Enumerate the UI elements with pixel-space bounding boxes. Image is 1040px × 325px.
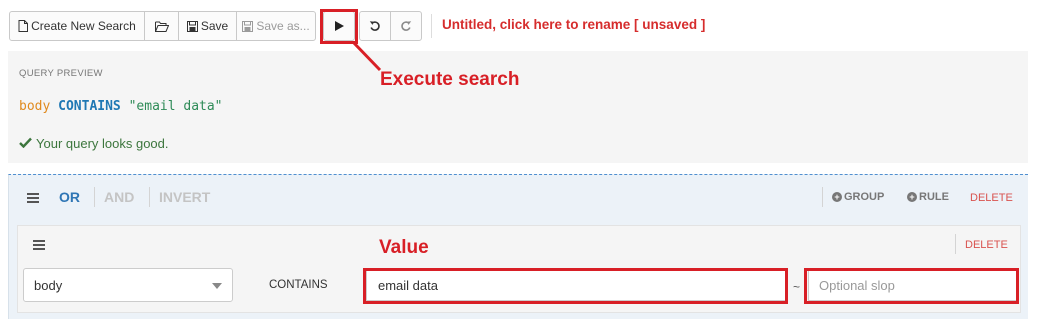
add-group-button[interactable]: + GROUP [832, 191, 884, 203]
file-icon [18, 20, 29, 32]
add-group-label: GROUP [844, 191, 885, 203]
query-status-text: Your query looks good. [36, 136, 169, 151]
check-icon [19, 136, 32, 151]
query-preview-panel: QUERY PREVIEW body CONTAINS "email data"… [8, 51, 1028, 163]
save-label: Save [200, 19, 229, 33]
plus-circle-icon: + [832, 192, 842, 202]
query-field-token: body [19, 99, 51, 114]
execute-search-button[interactable] [323, 11, 355, 41]
undo-icon [369, 20, 381, 32]
save-button[interactable]: Save [178, 11, 237, 41]
plus-circle-icon: + [907, 192, 917, 202]
rule-group: OR AND INVERT + GROUP + RULE DELETE DELE… [8, 174, 1028, 319]
save-icon [242, 20, 254, 32]
condition-divider [149, 187, 150, 207]
redo-button[interactable] [390, 11, 422, 41]
title-separator [431, 14, 432, 38]
slop-separator: ~ [793, 280, 801, 294]
add-rule-label: RULE [919, 191, 949, 203]
slop-input[interactable]: Optional slop [808, 270, 1018, 301]
query-value-token: "email data" [128, 99, 223, 114]
delete-rule-button[interactable]: DELETE [965, 239, 1008, 251]
play-icon [334, 21, 344, 31]
hamburger-icon[interactable] [33, 240, 45, 250]
redo-icon [400, 20, 412, 32]
query-preview-code: body CONTAINS "email data" [19, 99, 223, 114]
field-select-value: body [34, 277, 63, 293]
undo-button[interactable] [359, 11, 391, 41]
field-select[interactable]: body [23, 268, 233, 302]
caret-down-icon [212, 283, 222, 289]
value-input-text: email data [378, 278, 438, 293]
save-as-button[interactable]: Save as... [236, 11, 316, 41]
value-annotation: Value [379, 237, 429, 258]
condition-and-button[interactable]: AND [104, 189, 134, 205]
slop-input-placeholder: Optional slop [819, 278, 895, 293]
open-search-button[interactable] [144, 11, 179, 41]
condition-invert-button[interactable]: INVERT [159, 189, 210, 205]
operator-label: CONTAINS [269, 279, 328, 291]
condition-or-button[interactable]: OR [59, 189, 80, 205]
rule-actions-divider [955, 234, 956, 254]
hamburger-icon[interactable] [27, 193, 39, 203]
save-as-label: Save as... [256, 19, 310, 33]
group-actions-divider [822, 187, 823, 207]
folder-open-icon [154, 21, 169, 32]
create-new-search-label: Create New Search [31, 19, 136, 33]
query-preview-heading: QUERY PREVIEW [19, 68, 103, 79]
save-icon [186, 20, 198, 32]
condition-divider [94, 187, 95, 207]
create-new-search-button[interactable]: Create New Search [9, 11, 145, 41]
query-status-message: Your query looks good. [19, 136, 169, 151]
add-rule-button[interactable]: + RULE [907, 191, 949, 203]
delete-group-button[interactable]: DELETE [970, 192, 1013, 204]
search-title-rename-link[interactable]: Untitled, click here to rename [ unsaved… [442, 17, 705, 32]
value-input[interactable]: email data [366, 270, 786, 301]
query-operator-token: CONTAINS [58, 99, 121, 114]
rule-row: DELETE body CONTAINS email data ~ Option… [17, 225, 1021, 313]
execute-search-annotation: Execute search [380, 69, 520, 90]
